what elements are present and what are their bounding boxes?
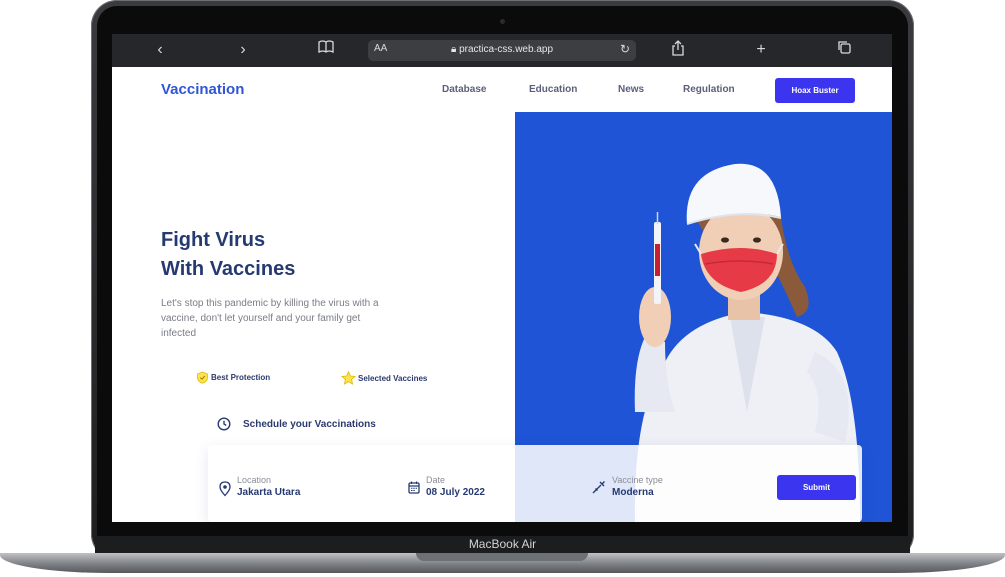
url-text: practica-css.web.app xyxy=(459,44,554,55)
nav-link-education[interactable]: Education xyxy=(529,84,577,95)
date-field[interactable]: Date 08 July 2022 xyxy=(408,475,485,498)
vaccine-type-field[interactable]: Vaccine type Moderna xyxy=(592,475,663,498)
back-icon[interactable]: ‹ xyxy=(149,40,171,60)
hero-description: Let's stop this pandemic by killing the … xyxy=(161,298,379,339)
feature-best-protection: Best Protection xyxy=(196,371,270,384)
vaccine-type-label: Vaccine type xyxy=(612,475,663,485)
date-value: 08 July 2022 xyxy=(426,487,485,498)
share-icon[interactable] xyxy=(667,40,689,60)
hero-title: Fight Virus With Vaccines xyxy=(161,226,295,284)
hero-title-line-1: Fight Virus xyxy=(161,229,266,251)
tabs-overview-icon[interactable] xyxy=(833,40,855,60)
lock-icon: 🔒︎ xyxy=(450,44,457,55)
address-bar[interactable]: AA 🔒︎ practica-css.web.app ↻ xyxy=(368,40,636,61)
location-label: Location xyxy=(237,475,272,485)
nav-link-news[interactable]: News xyxy=(618,84,644,95)
clock-icon xyxy=(217,417,231,431)
reload-icon[interactable]: ↻ xyxy=(620,42,630,56)
feature-label: Best Protection xyxy=(211,373,271,382)
feature-selected-vaccines: Selected Vaccines xyxy=(341,371,427,385)
booking-form: Location Jakarta Utara Date 08 July 2022… xyxy=(208,445,862,522)
forward-icon[interactable]: › xyxy=(232,40,254,60)
calendar-icon xyxy=(408,481,420,494)
vaccine-type-value: Moderna xyxy=(612,487,654,498)
shield-icon xyxy=(197,371,208,384)
browser-screen: ‹ › AA 🔒︎ practica-css.web.app ↻ + Vacci… xyxy=(112,34,892,522)
location-pin-icon xyxy=(219,481,231,497)
hoax-buster-button[interactable]: Hoax Buster xyxy=(775,78,855,103)
hero-title-line-2: With Vaccines xyxy=(161,258,296,280)
bookmarks-icon[interactable] xyxy=(315,40,337,60)
submit-button[interactable]: Submit xyxy=(777,475,856,500)
feature-label: Selected Vaccines xyxy=(358,373,428,383)
location-value: Jakarta Utara xyxy=(237,487,301,498)
date-label: Date xyxy=(426,475,446,485)
brand-logo[interactable]: Vaccination xyxy=(161,81,244,98)
schedule-label: Schedule your Vaccinations xyxy=(243,418,376,430)
nav-link-database[interactable]: Database xyxy=(442,84,486,95)
device-label: MacBook Air xyxy=(468,537,537,551)
schedule-heading: Schedule your Vaccinations xyxy=(217,417,376,431)
syringe-icon xyxy=(592,481,605,494)
laptop-base-notch xyxy=(416,553,588,561)
star-icon xyxy=(341,371,356,385)
nav-link-regulation[interactable]: Regulation xyxy=(683,84,735,95)
location-field[interactable]: Location Jakarta Utara xyxy=(219,475,300,498)
browser-toolbar: ‹ › AA 🔒︎ practica-css.web.app ↻ + xyxy=(112,34,892,67)
new-tab-icon[interactable]: + xyxy=(750,40,772,60)
camera xyxy=(500,19,505,24)
